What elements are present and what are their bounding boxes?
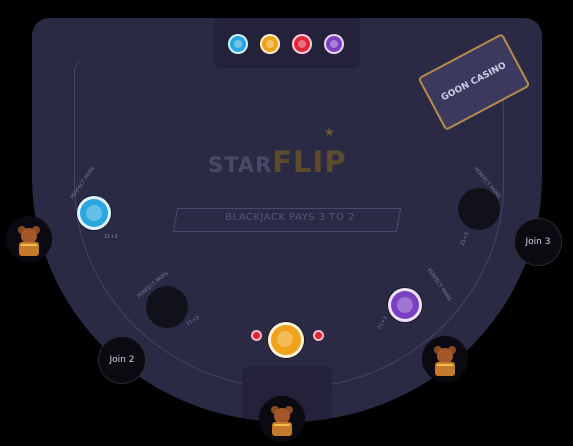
join-seat-3[interactable]: Join 3 (514, 218, 562, 266)
bet-chip-purple[interactable] (388, 288, 422, 322)
bet-spot-empty[interactable] (146, 286, 188, 328)
bet-chip-orange[interactable] (268, 322, 304, 358)
orange-chip-icon[interactable] (260, 34, 280, 54)
blue-chip-icon[interactable] (228, 34, 248, 54)
logo-star-icon: ★ (324, 125, 335, 139)
logo-star-text: STAR (208, 153, 273, 177)
player-avatar-seat-center[interactable] (259, 396, 305, 442)
blackjack-stage: ★ STARFLIP BLACKJACK PAYS 3 TO 2 GOON CA… (0, 0, 573, 442)
chip-tray (214, 18, 360, 68)
side-bet-chip-red[interactable] (251, 330, 262, 341)
side-bet-label: 21+3 (104, 234, 118, 240)
table-logo: STARFLIP (208, 145, 347, 179)
shoe-label: GOON CASINO (439, 60, 509, 104)
player-avatar-seat1[interactable] (6, 216, 52, 262)
bear-avatar-icon (6, 216, 52, 262)
bear-avatar-icon (259, 396, 305, 442)
side-bet-chip-red[interactable] (313, 330, 324, 341)
join-seat-2-label: Join 2 (109, 355, 135, 365)
payout-banner-text: BLACKJACK PAYS 3 TO 2 (225, 212, 355, 223)
player-avatar-seat4[interactable] (422, 336, 468, 382)
join-seat-3-label: Join 3 (525, 237, 551, 247)
join-seat-2[interactable]: Join 2 (98, 336, 146, 384)
red-chip-icon[interactable] (292, 34, 312, 54)
bet-chip-blue[interactable] (77, 196, 111, 230)
purple-chip-icon[interactable] (324, 34, 344, 54)
logo-flip-text: FLIP (272, 145, 347, 179)
bear-avatar-icon (422, 336, 468, 382)
